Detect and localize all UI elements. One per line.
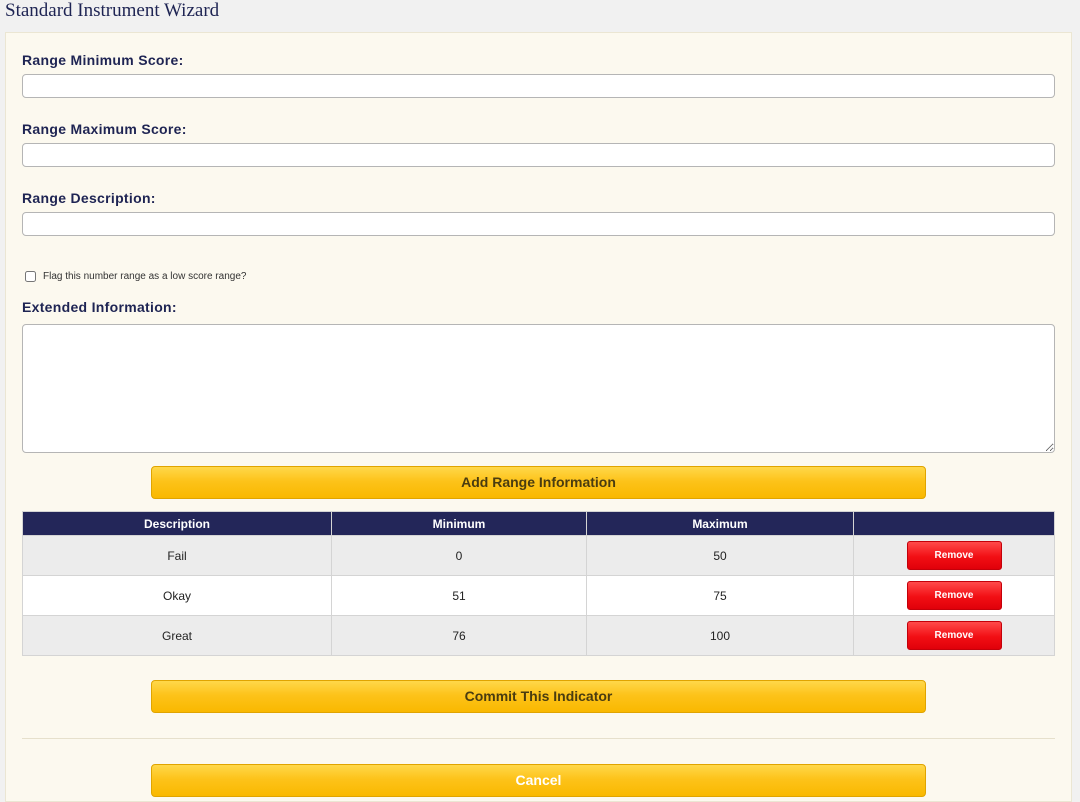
col-minimum: Minimum (331, 511, 587, 536)
row-actions: Remove (853, 535, 1055, 576)
page-title: Standard Instrument Wizard (5, 0, 220, 21)
section-divider (22, 738, 1055, 739)
range-max-label: Range Maximum Score: (22, 121, 187, 137)
low-score-checkbox[interactable] (25, 271, 36, 282)
row-description: Great (22, 615, 332, 656)
extended-info-textarea[interactable] (22, 324, 1055, 453)
col-actions (853, 511, 1055, 536)
add-range-button[interactable]: Add Range Information (151, 466, 926, 499)
range-min-input[interactable] (22, 74, 1055, 98)
low-score-flag-label: Flag this number range as a low score ra… (43, 271, 247, 282)
col-description: Description (22, 511, 332, 536)
commit-indicator-button[interactable]: Commit This Indicator (151, 680, 926, 713)
row-description: Okay (22, 575, 332, 616)
range-min-label: Range Minimum Score: (22, 52, 184, 68)
table-row: Fail 0 50 Remove (22, 535, 1055, 576)
row-minimum: 0 (331, 535, 587, 576)
remove-button[interactable]: Remove (906, 621, 1002, 650)
remove-button[interactable]: Remove (906, 541, 1002, 570)
range-max-input[interactable] (22, 143, 1055, 167)
col-maximum: Maximum (586, 511, 854, 536)
table-row: Great 76 100 Remove (22, 615, 1055, 656)
extended-info-label: Extended Information: (22, 299, 177, 315)
table-row: Okay 51 75 Remove (22, 575, 1055, 616)
row-maximum: 75 (586, 575, 854, 616)
row-maximum: 50 (586, 535, 854, 576)
row-description: Fail (22, 535, 332, 576)
table-header-row: Description Minimum Maximum (22, 511, 1055, 536)
row-actions: Remove (853, 575, 1055, 616)
row-minimum: 76 (331, 615, 587, 656)
remove-button[interactable]: Remove (906, 581, 1002, 610)
ranges-table: Description Minimum Maximum Fail 0 50 Re… (22, 511, 1055, 656)
range-desc-label: Range Description: (22, 190, 156, 206)
row-minimum: 51 (331, 575, 587, 616)
range-desc-input[interactable] (22, 212, 1055, 236)
row-actions: Remove (853, 615, 1055, 656)
wizard-panel: Range Minimum Score: Range Maximum Score… (5, 32, 1072, 802)
cancel-button[interactable]: Cancel (151, 764, 926, 797)
low-score-flag[interactable]: Flag this number range as a low score ra… (25, 271, 246, 282)
row-maximum: 100 (586, 615, 854, 656)
